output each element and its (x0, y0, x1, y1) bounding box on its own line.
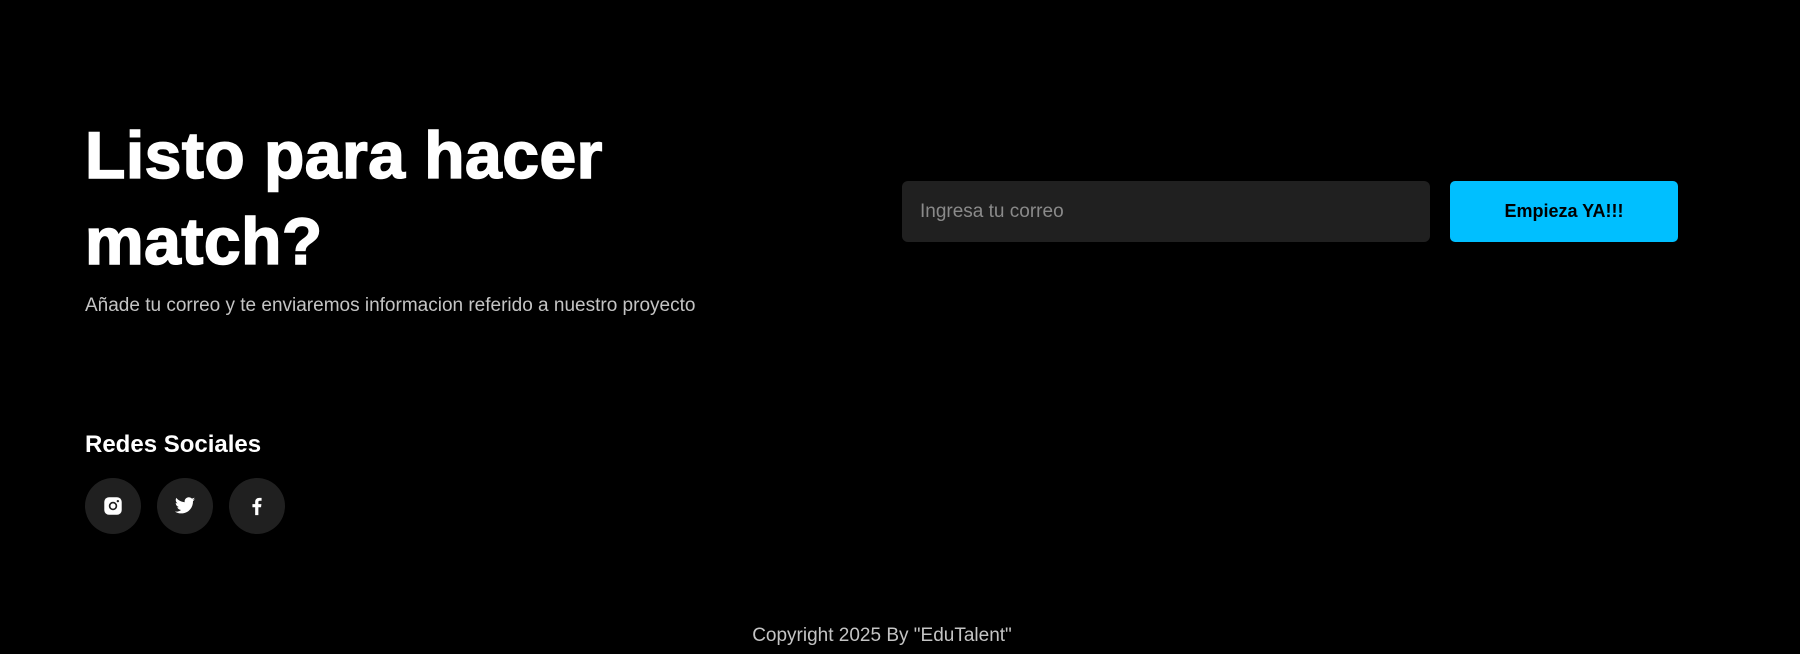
twitter-icon (174, 497, 196, 514)
social-links (85, 478, 285, 534)
copyright-text: Copyright 2025 By "EduTalent" (752, 625, 1012, 646)
facebook-button[interactable] (229, 478, 285, 534)
facebook-icon (252, 497, 262, 516)
signup-form: Empieza YA!!! (902, 181, 1678, 242)
page-title: Listo para hacer match? (84, 117, 603, 279)
instagram-button[interactable] (85, 478, 141, 534)
cta-section: Listo para hacer match? Añade tu correo … (0, 0, 1800, 654)
start-button[interactable]: Empieza YA!!! (1450, 181, 1678, 242)
social-title: Redes Sociales (85, 431, 262, 458)
page-subtitle: Añade tu correo y te enviaremos informac… (85, 295, 696, 316)
instagram-icon (104, 497, 122, 515)
email-field[interactable] (902, 181, 1430, 242)
twitter-button[interactable] (157, 478, 213, 534)
